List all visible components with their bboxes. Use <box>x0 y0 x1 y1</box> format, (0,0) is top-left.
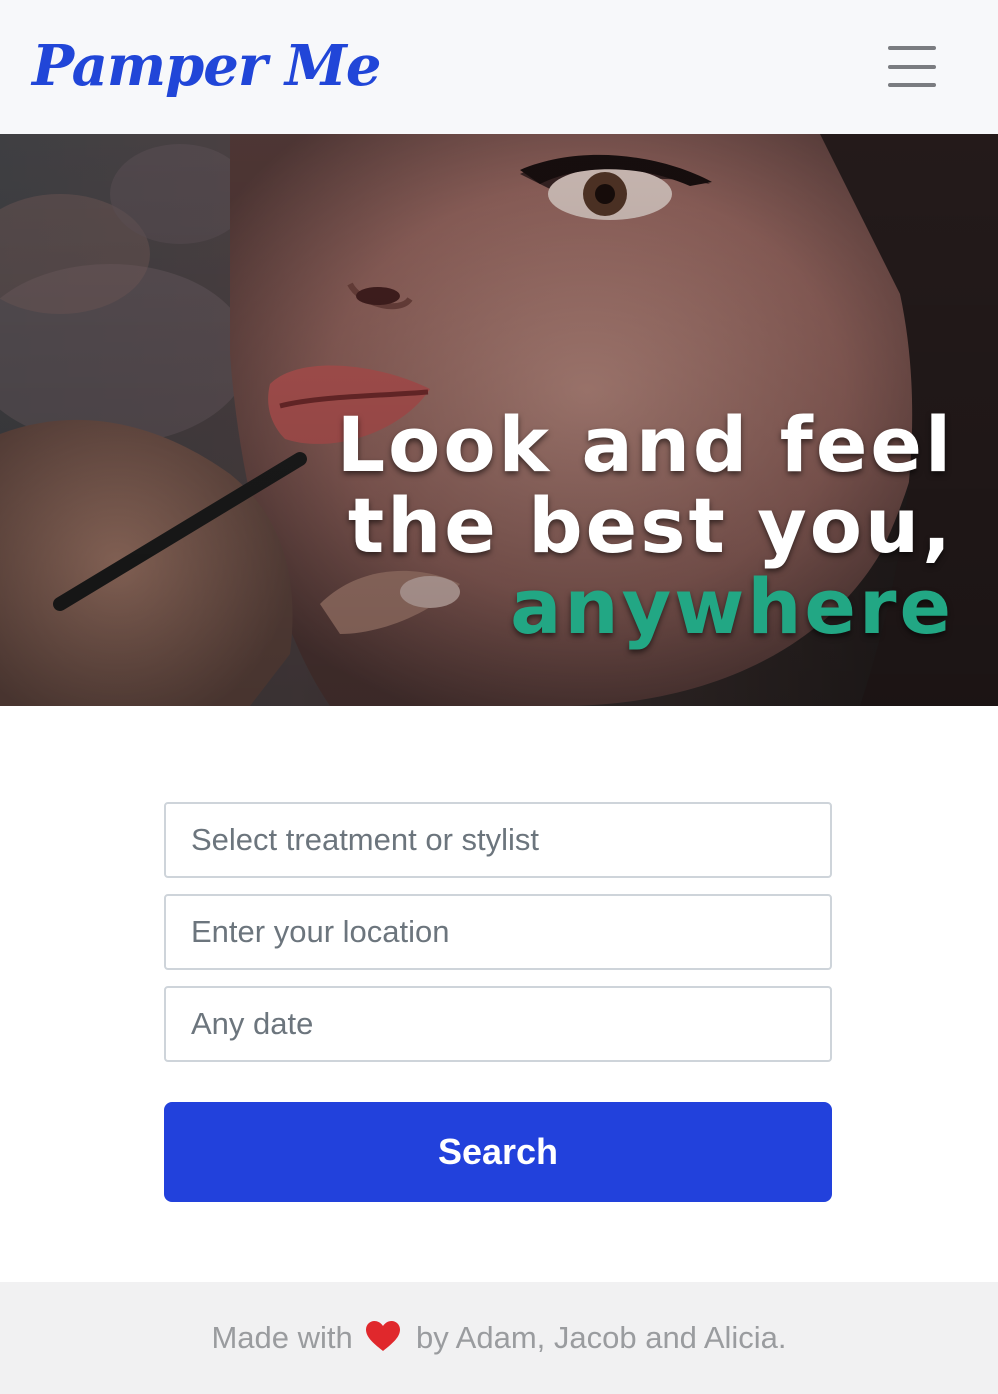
hamburger-bar <box>888 46 936 50</box>
hero-line-1: Look and feel <box>336 400 954 489</box>
treatment-input[interactable] <box>164 802 832 878</box>
hero-banner: Look and feel the best you, anywhere <box>0 134 998 706</box>
hero-line-2: the best you, <box>347 481 954 570</box>
hamburger-menu-icon[interactable] <box>878 36 946 98</box>
hamburger-bar <box>888 65 936 69</box>
hamburger-bar <box>888 83 936 87</box>
heart-icon <box>366 1321 401 1351</box>
hero-line-accent: anywhere <box>510 562 954 651</box>
brand-logo[interactable]: Pamper Me <box>32 26 382 106</box>
hero-headline: Look and feel the best you, anywhere <box>337 404 954 647</box>
search-form: Search <box>164 802 832 1202</box>
footer-suffix: by Adam, Jacob and Alicia. <box>416 1320 787 1355</box>
date-input[interactable] <box>164 986 832 1062</box>
footer-prefix: Made with <box>211 1320 353 1355</box>
footer: Made with by Adam, Jacob and Alicia. <box>0 1282 998 1394</box>
search-button[interactable]: Search <box>164 1102 832 1202</box>
location-input[interactable] <box>164 894 832 970</box>
navbar: Pamper Me <box>0 0 998 134</box>
